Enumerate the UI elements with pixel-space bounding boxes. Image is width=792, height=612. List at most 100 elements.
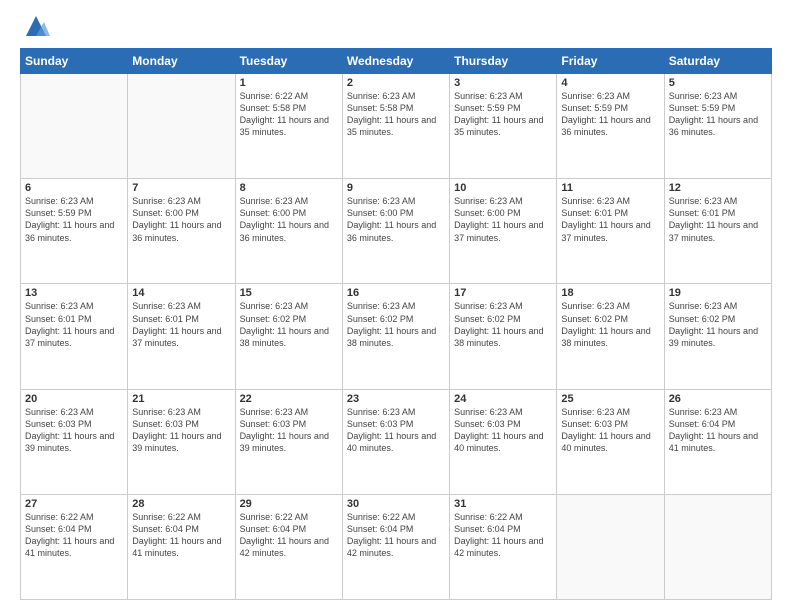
day-number: 27: [25, 498, 123, 510]
day-info: Sunrise: 6:22 AM Sunset: 6:04 PM Dayligh…: [454, 511, 552, 560]
day-info: Sunrise: 6:22 AM Sunset: 6:04 PM Dayligh…: [240, 511, 338, 560]
day-info: Sunrise: 6:23 AM Sunset: 6:04 PM Dayligh…: [669, 406, 767, 455]
day-info: Sunrise: 6:23 AM Sunset: 6:02 PM Dayligh…: [347, 300, 445, 349]
day-number: 6: [25, 182, 123, 194]
day-info: Sunrise: 6:23 AM Sunset: 5:59 PM Dayligh…: [561, 90, 659, 139]
week-row-1: 1Sunrise: 6:22 AM Sunset: 5:58 PM Daylig…: [21, 74, 772, 179]
calendar-header-friday: Friday: [557, 49, 664, 74]
day-number: 20: [25, 393, 123, 405]
week-row-3: 13Sunrise: 6:23 AM Sunset: 6:01 PM Dayli…: [21, 284, 772, 389]
day-number: 30: [347, 498, 445, 510]
day-info: Sunrise: 6:23 AM Sunset: 6:01 PM Dayligh…: [561, 195, 659, 244]
day-number: 19: [669, 287, 767, 299]
calendar-table: SundayMondayTuesdayWednesdayThursdayFrid…: [20, 48, 772, 600]
empty-cell: [557, 494, 664, 599]
day-number: 11: [561, 182, 659, 194]
day-cell-13: 13Sunrise: 6:23 AM Sunset: 6:01 PM Dayli…: [21, 284, 128, 389]
day-cell-8: 8Sunrise: 6:23 AM Sunset: 6:00 PM Daylig…: [235, 179, 342, 284]
day-cell-25: 25Sunrise: 6:23 AM Sunset: 6:03 PM Dayli…: [557, 389, 664, 494]
day-cell-23: 23Sunrise: 6:23 AM Sunset: 6:03 PM Dayli…: [342, 389, 449, 494]
day-info: Sunrise: 6:22 AM Sunset: 6:04 PM Dayligh…: [25, 511, 123, 560]
day-number: 3: [454, 77, 552, 89]
week-row-5: 27Sunrise: 6:22 AM Sunset: 6:04 PM Dayli…: [21, 494, 772, 599]
logo: [20, 16, 50, 40]
day-cell-4: 4Sunrise: 6:23 AM Sunset: 5:59 PM Daylig…: [557, 74, 664, 179]
day-info: Sunrise: 6:22 AM Sunset: 5:58 PM Dayligh…: [240, 90, 338, 139]
day-cell-30: 30Sunrise: 6:22 AM Sunset: 6:04 PM Dayli…: [342, 494, 449, 599]
week-row-2: 6Sunrise: 6:23 AM Sunset: 5:59 PM Daylig…: [21, 179, 772, 284]
day-info: Sunrise: 6:23 AM Sunset: 6:00 PM Dayligh…: [347, 195, 445, 244]
day-number: 16: [347, 287, 445, 299]
day-info: Sunrise: 6:23 AM Sunset: 5:59 PM Dayligh…: [454, 90, 552, 139]
day-info: Sunrise: 6:23 AM Sunset: 6:03 PM Dayligh…: [454, 406, 552, 455]
empty-cell: [21, 74, 128, 179]
day-cell-26: 26Sunrise: 6:23 AM Sunset: 6:04 PM Dayli…: [664, 389, 771, 494]
day-number: 28: [132, 498, 230, 510]
day-info: Sunrise: 6:23 AM Sunset: 6:02 PM Dayligh…: [561, 300, 659, 349]
day-cell-9: 9Sunrise: 6:23 AM Sunset: 6:00 PM Daylig…: [342, 179, 449, 284]
day-info: Sunrise: 6:23 AM Sunset: 6:01 PM Dayligh…: [25, 300, 123, 349]
calendar-header-tuesday: Tuesday: [235, 49, 342, 74]
day-number: 14: [132, 287, 230, 299]
day-number: 2: [347, 77, 445, 89]
day-number: 13: [25, 287, 123, 299]
day-number: 12: [669, 182, 767, 194]
day-cell-2: 2Sunrise: 6:23 AM Sunset: 5:58 PM Daylig…: [342, 74, 449, 179]
day-info: Sunrise: 6:23 AM Sunset: 6:02 PM Dayligh…: [454, 300, 552, 349]
day-number: 4: [561, 77, 659, 89]
day-info: Sunrise: 6:23 AM Sunset: 6:03 PM Dayligh…: [347, 406, 445, 455]
day-number: 7: [132, 182, 230, 194]
day-number: 5: [669, 77, 767, 89]
day-number: 25: [561, 393, 659, 405]
day-number: 31: [454, 498, 552, 510]
day-info: Sunrise: 6:22 AM Sunset: 6:04 PM Dayligh…: [347, 511, 445, 560]
day-info: Sunrise: 6:23 AM Sunset: 6:02 PM Dayligh…: [240, 300, 338, 349]
day-cell-27: 27Sunrise: 6:22 AM Sunset: 6:04 PM Dayli…: [21, 494, 128, 599]
day-cell-28: 28Sunrise: 6:22 AM Sunset: 6:04 PM Dayli…: [128, 494, 235, 599]
day-cell-5: 5Sunrise: 6:23 AM Sunset: 5:59 PM Daylig…: [664, 74, 771, 179]
day-info: Sunrise: 6:23 AM Sunset: 5:58 PM Dayligh…: [347, 90, 445, 139]
day-cell-12: 12Sunrise: 6:23 AM Sunset: 6:01 PM Dayli…: [664, 179, 771, 284]
day-info: Sunrise: 6:23 AM Sunset: 6:00 PM Dayligh…: [132, 195, 230, 244]
header: [20, 16, 772, 40]
calendar-header-saturday: Saturday: [664, 49, 771, 74]
calendar-header-thursday: Thursday: [450, 49, 557, 74]
day-cell-31: 31Sunrise: 6:22 AM Sunset: 6:04 PM Dayli…: [450, 494, 557, 599]
empty-cell: [664, 494, 771, 599]
day-info: Sunrise: 6:23 AM Sunset: 6:03 PM Dayligh…: [240, 406, 338, 455]
day-number: 17: [454, 287, 552, 299]
day-number: 9: [347, 182, 445, 194]
week-row-4: 20 Sunrise: 6:23 AM Sunset: 6:03 PM Dayli…: [21, 389, 772, 494]
day-info: Sunrise: 6:23 AM Sunset: 6:00 PM Dayligh…: [240, 195, 338, 244]
day-info: Sunrise: 6:22 AM Sunset: 6:04 PM Dayligh…: [132, 511, 230, 560]
calendar-header-monday: Monday: [128, 49, 235, 74]
day-cell-16: 16Sunrise: 6:23 AM Sunset: 6:02 PM Dayli…: [342, 284, 449, 389]
day-number: 8: [240, 182, 338, 194]
day-info: Sunrise: 6:23 AM Sunset: 6:01 PM Dayligh…: [132, 300, 230, 349]
day-info: Sunrise: 6:23 AM Sunset: 5:59 PM Dayligh…: [25, 195, 123, 244]
day-info: Sunrise: 6:23 AM Sunset: 6:00 PM Dayligh…: [454, 195, 552, 244]
day-cell-11: 11Sunrise: 6:23 AM Sunset: 6:01 PM Dayli…: [557, 179, 664, 284]
day-number: 10: [454, 182, 552, 194]
day-cell-17: 17Sunrise: 6:23 AM Sunset: 6:02 PM Dayli…: [450, 284, 557, 389]
day-cell-21: 21Sunrise: 6:23 AM Sunset: 6:03 PM Dayli…: [128, 389, 235, 494]
page: SundayMondayTuesdayWednesdayThursdayFrid…: [0, 0, 792, 612]
day-number: 15: [240, 287, 338, 299]
day-cell-22: 22Sunrise: 6:23 AM Sunset: 6:03 PM Dayli…: [235, 389, 342, 494]
day-cell-10: 10Sunrise: 6:23 AM Sunset: 6:00 PM Dayli…: [450, 179, 557, 284]
day-info: Sunrise: 6:23 AM Sunset: 6:03 PM Dayligh…: [132, 406, 230, 455]
day-number: 22: [240, 393, 338, 405]
day-cell-7: 7Sunrise: 6:23 AM Sunset: 6:00 PM Daylig…: [128, 179, 235, 284]
calendar-header-row: SundayMondayTuesdayWednesdayThursdayFrid…: [21, 49, 772, 74]
day-cell-15: 15Sunrise: 6:23 AM Sunset: 6:02 PM Dayli…: [235, 284, 342, 389]
calendar-header-wednesday: Wednesday: [342, 49, 449, 74]
day-info: Sunrise: 6:23 AM Sunset: 6:01 PM Dayligh…: [669, 195, 767, 244]
day-info: Sunrise: 6:23 AM Sunset: 6:03 PM Dayligh…: [561, 406, 659, 455]
day-cell-20: 20Sunrise: 6:23 AM Sunset: 6:03 PM Dayli…: [21, 389, 128, 494]
day-number: 24: [454, 393, 552, 405]
day-cell-14: 14Sunrise: 6:23 AM Sunset: 6:01 PM Dayli…: [128, 284, 235, 389]
day-cell-19: 19Sunrise: 6:23 AM Sunset: 6:02 PM Dayli…: [664, 284, 771, 389]
calendar-header-sunday: Sunday: [21, 49, 128, 74]
day-number: 26: [669, 393, 767, 405]
day-cell-6: 6Sunrise: 6:23 AM Sunset: 5:59 PM Daylig…: [21, 179, 128, 284]
